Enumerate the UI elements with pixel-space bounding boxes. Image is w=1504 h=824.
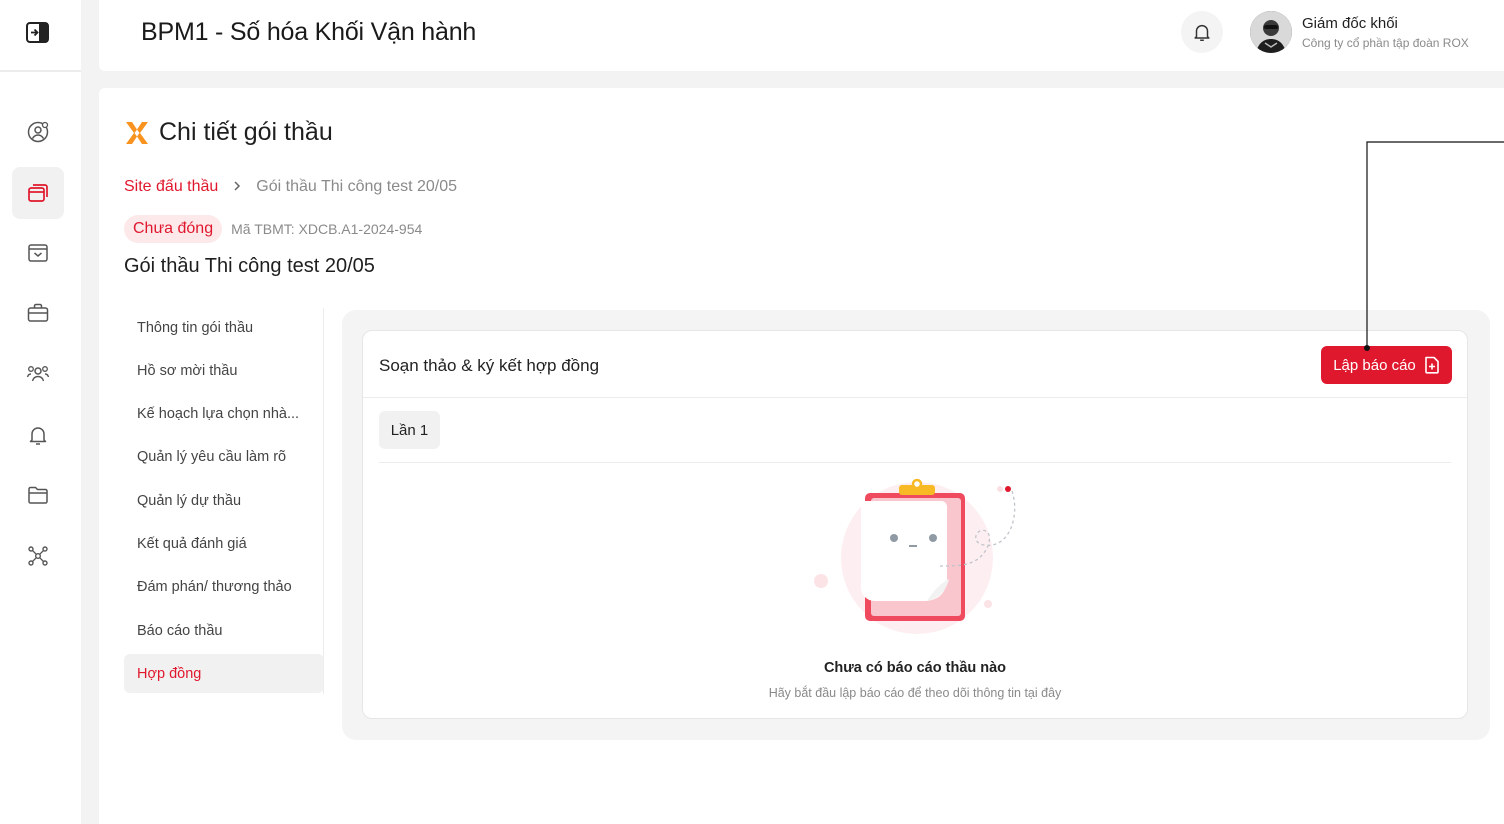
nav-folder[interactable] (12, 469, 64, 521)
page-header: Chi tiết gói thầu (123, 118, 333, 147)
logo-icon (126, 121, 148, 144)
main-panel: Chi tiết gói thầu Site đấu thầu Gói thầu… (99, 88, 1504, 824)
bell-icon (1194, 24, 1210, 41)
nav-user-settings[interactable] (12, 106, 64, 158)
users-icon (26, 366, 50, 382)
briefcase-icon (27, 303, 49, 322)
menu-divider (323, 308, 324, 694)
user-org: Công ty cổ phần tập đoàn ROX (1302, 36, 1469, 50)
user-name: Giám đốc khối (1302, 15, 1398, 32)
contract-card: Soạn thảo & ký kết hợp đồng Lập báo cáo … (362, 330, 1468, 719)
user-settings-icon (27, 121, 49, 143)
network-icon (28, 546, 48, 566)
menu-item-clarification-requests[interactable]: Quản lý yêu cầu làm rõ (124, 438, 324, 477)
bell-icon (29, 427, 47, 445)
tab-round-1[interactable]: Lần 1 (379, 411, 440, 449)
file-add-icon (1424, 356, 1439, 374)
breadcrumb-current: Gói thầu Thi công test 20/05 (256, 178, 458, 195)
package-title: Gói thầu Thi công test 20/05 (124, 255, 375, 277)
breadcrumb: Site đấu thầu Gói thầu Thi công test 20/… (124, 178, 457, 196)
menu-item-evaluation-results[interactable]: Kết quả đánh giá (124, 524, 324, 563)
card-divider (363, 397, 1467, 398)
nav-inbox[interactable] (12, 227, 64, 279)
empty-clipboard-illustration (814, 478, 1016, 634)
status-row: Chưa đóng Mã TBMT: XDCB.A1-2024-954 (124, 215, 422, 243)
menu-item-bid-documents[interactable]: Hồ sơ mời thầu (124, 351, 324, 390)
nav-notifications[interactable] (12, 409, 64, 461)
app-title: BPM1 - Số hóa Khối Vận hành (141, 18, 477, 46)
create-report-label: Lập báo cáo (1333, 356, 1416, 374)
folder-icon (28, 486, 48, 504)
nav-users[interactable] (12, 348, 64, 400)
chevron-right-icon (232, 179, 242, 195)
top-header: BPM1 - Số hóa Khối Vận hành Giám đốc khố… (99, 0, 1504, 71)
empty-state-title: Chưa có báo cáo thầu nào (823, 660, 1007, 676)
sidebar (0, 0, 81, 824)
status-badge: Chưa đóng (124, 215, 223, 243)
nav-briefcase[interactable] (12, 287, 64, 339)
menu-item-selection-plan[interactable]: Kế hoạch lựa chọn nhà... (124, 395, 324, 434)
sidebar-divider (0, 70, 81, 72)
annotation-connector (1364, 141, 1504, 351)
windows-icon (28, 184, 48, 202)
notification-button[interactable] (1181, 11, 1223, 53)
tab-divider (379, 462, 1451, 463)
avatar[interactable] (1250, 11, 1292, 53)
menu-item-tender-report[interactable]: Báo cáo thầu (124, 611, 324, 650)
sidebar-toggle-icon[interactable] (26, 22, 49, 43)
nav-network[interactable] (12, 530, 64, 582)
nav-windows[interactable] (12, 167, 64, 219)
empty-state-subtitle: Hãy bắt đầu lập báo cáo để theo dõi thôn… (768, 686, 1062, 700)
tender-code: Mã TBMT: XDCB.A1-2024-954 (231, 221, 423, 237)
menu-item-negotiation[interactable]: Đám phán/ thương thảo (124, 568, 324, 607)
inbox-icon (28, 244, 48, 262)
menu-item-bid-management[interactable]: Quản lý dự thầu (124, 481, 324, 520)
menu-item-contract[interactable]: Hợp đồng (124, 654, 324, 694)
detail-menu: Thông tin gói thầu Hồ sơ mời thầu Kế hoạ… (124, 308, 324, 698)
content-area: Soạn thảo & ký kết hợp đồng Lập báo cáo … (342, 310, 1490, 740)
page-title: Chi tiết gói thầu (159, 118, 333, 146)
breadcrumb-link[interactable]: Site đấu thầu (124, 178, 218, 196)
menu-item-tender-info[interactable]: Thông tin gói thầu (124, 308, 324, 347)
card-title: Soạn thảo & ký kết hợp đồng (379, 356, 600, 375)
